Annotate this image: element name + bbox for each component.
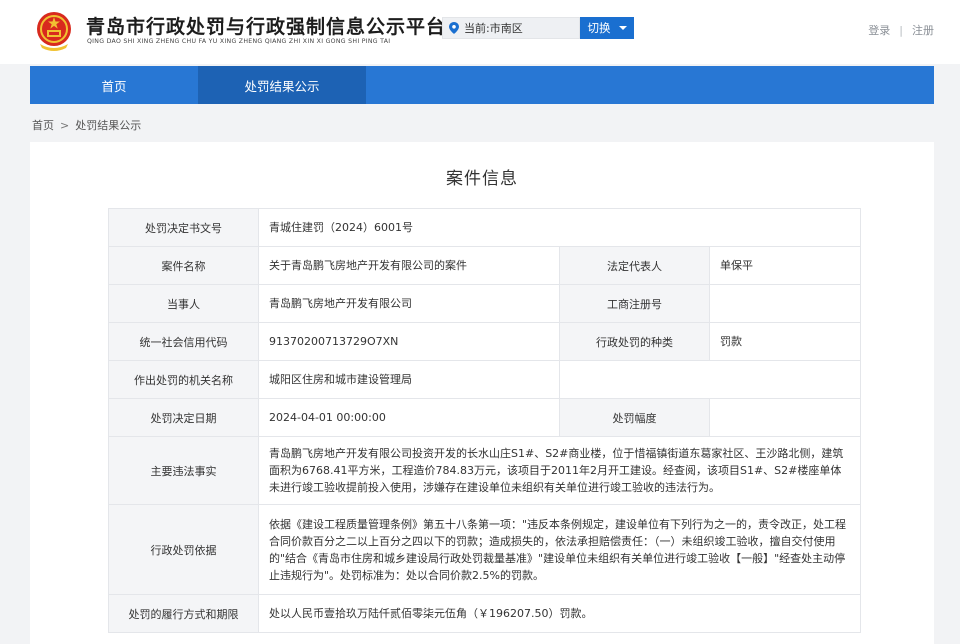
penalty-range-value — [709, 398, 861, 437]
biz-reg-label: 工商注册号 — [559, 284, 710, 323]
auth-separator: | — [899, 23, 903, 37]
nav-item-penalty-results[interactable]: 处罚结果公示 — [198, 66, 366, 104]
table-row: 处罚决定日期 2024-04-01 00:00:00 处罚幅度 — [108, 398, 861, 437]
case-info-table: 处罚决定书文号 青城住建罚（2024）6001号 案件名称 关于青岛鹏飞房地产开… — [108, 208, 861, 633]
biz-reg-value — [709, 284, 861, 323]
doc-no-value: 青城住建罚（2024）6001号 — [258, 208, 861, 247]
table-row: 主要违法事实 青岛鹏飞房地产开发有限公司投资开发的长水山庄S1#、S2#商业楼，… — [108, 436, 861, 505]
breadcrumb: 首页 > 处罚结果公示 — [32, 117, 141, 133]
table-row: 当事人 青岛鹏飞房地产开发有限公司 工商注册号 — [108, 284, 861, 323]
current-location: 当前:市南区 — [442, 17, 580, 39]
authority-empty-cell — [559, 360, 861, 399]
location-label: 当前:市南区 — [464, 22, 523, 35]
table-row: 处罚决定书文号 青城住建罚（2024）6001号 — [108, 208, 861, 247]
case-info-title: 案件信息 — [446, 169, 518, 189]
credit-code-label: 统一社会信用代码 — [108, 322, 259, 361]
site-title: 青岛市行政处罚与行政强制信息公示平台 — [86, 16, 447, 38]
switch-location-button[interactable]: 切换 — [580, 17, 634, 39]
case-name-label: 案件名称 — [108, 246, 259, 285]
decision-date-label: 处罚决定日期 — [108, 398, 259, 437]
site-subtitle-pinyin: QING DAO SHI XING ZHENG CHU FA YU XING Z… — [87, 38, 391, 45]
nav-item-home[interactable]: 首页 — [30, 66, 198, 104]
authority-value: 城阳区住房和城市建设管理局 — [258, 360, 560, 399]
register-link[interactable]: 注册 — [912, 22, 934, 38]
case-info-card: 案件信息 处罚决定书文号 青城住建罚（2024）6001号 案件名称 关于青岛鹏… — [30, 142, 934, 644]
auth-links: 登录 | 注册 — [868, 22, 934, 38]
table-row: 作出处罚的机关名称 城阳区住房和城市建设管理局 — [108, 360, 861, 399]
case-name-value: 关于青岛鹏飞房地产开发有限公司的案件 — [258, 246, 560, 285]
breadcrumb-home[interactable]: 首页 — [32, 117, 54, 133]
execution-label: 处罚的履行方式和期限 — [108, 594, 259, 633]
authority-label: 作出处罚的机关名称 — [108, 360, 259, 399]
party-value: 青岛鹏飞房地产开发有限公司 — [258, 284, 560, 323]
credit-code-value: 91370200713729O7XN — [258, 322, 560, 361]
penalty-range-label: 处罚幅度 — [559, 398, 710, 437]
execution-value: 处以人民币壹拾玖万陆仟贰佰零柒元伍角（￥196207.50）罚款。 — [258, 594, 861, 633]
table-row: 处罚的履行方式和期限 处以人民币壹拾玖万陆仟贰佰零柒元伍角（￥196207.50… — [108, 594, 861, 633]
national-emblem-icon — [37, 12, 71, 51]
legal-rep-value: 单保平 — [709, 246, 861, 285]
login-link[interactable]: 登录 — [868, 22, 890, 38]
location-pin-icon — [449, 22, 459, 34]
basis-value: 依据《建设工程质量管理条例》第五十八条第一项："违反本条例规定，建设单位有下列行… — [258, 504, 861, 595]
basis-label: 行政处罚依据 — [108, 504, 259, 595]
site-header: 青岛市行政处罚与行政强制信息公示平台 QING DAO SHI XING ZHE… — [0, 0, 960, 64]
doc-no-label: 处罚决定书文号 — [108, 208, 259, 247]
legal-rep-label: 法定代表人 — [559, 246, 710, 285]
switch-label: 切换 — [587, 21, 611, 35]
caret-down-icon — [618, 26, 627, 30]
party-label: 当事人 — [108, 284, 259, 323]
breadcrumb-separator: > — [60, 118, 70, 132]
main-nav: 首页 处罚结果公示 — [30, 66, 934, 104]
table-row: 行政处罚依据 依据《建设工程质量管理条例》第五十八条第一项："违反本条例规定，建… — [108, 504, 861, 595]
table-row: 统一社会信用代码 91370200713729O7XN 行政处罚的种类 罚款 — [108, 322, 861, 361]
penalty-type-value: 罚款 — [709, 322, 861, 361]
decision-date-value: 2024-04-01 00:00:00 — [258, 398, 560, 437]
facts-value: 青岛鹏飞房地产开发有限公司投资开发的长水山庄S1#、S2#商业楼，位于惜福镇街道… — [258, 436, 861, 505]
breadcrumb-current: 处罚结果公示 — [75, 119, 142, 132]
table-row: 案件名称 关于青岛鹏飞房地产开发有限公司的案件 法定代表人 单保平 — [108, 246, 861, 285]
facts-label: 主要违法事实 — [108, 436, 259, 505]
penalty-type-label: 行政处罚的种类 — [559, 322, 710, 361]
